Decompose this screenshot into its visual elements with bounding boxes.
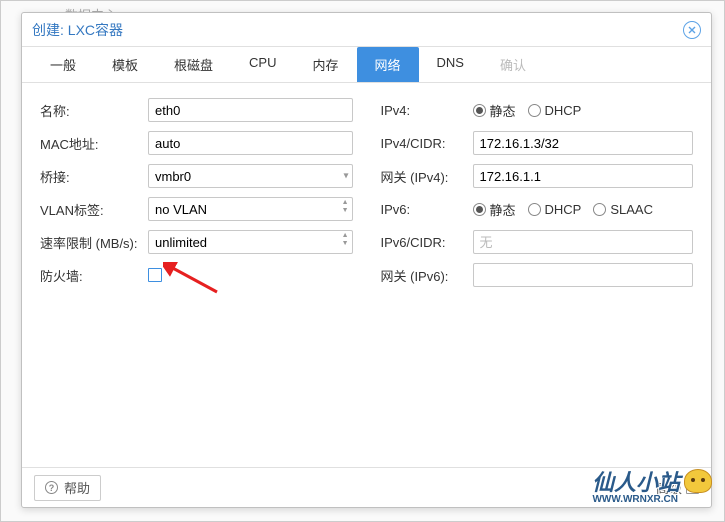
bridge-combo[interactable] (148, 164, 353, 188)
ipv4-cidr-input[interactable] (473, 131, 694, 155)
radio-label: DHCP (545, 103, 582, 118)
ipv6-radio-group: 静态 DHCP SLAAC (473, 200, 654, 219)
label-name: 名称: (40, 101, 148, 120)
radio-label: DHCP (545, 202, 582, 217)
radio-icon (593, 203, 606, 216)
tab-一般[interactable]: 一般 (32, 47, 94, 82)
label-firewall: 防火墙: (40, 266, 148, 285)
help-label: 帮助 (64, 478, 90, 497)
ipv6-radio-SLAAC[interactable]: SLAAC (593, 202, 653, 217)
radio-icon (473, 203, 486, 216)
label-mac: MAC地址: (40, 134, 148, 153)
label-bridge: 桥接: (40, 167, 148, 186)
dialog-title: 创建: LXC容器 (32, 13, 123, 47)
label-ipv6: IPv6: (381, 202, 473, 217)
help-button[interactable]: ? 帮助 (34, 475, 101, 501)
tab-网络[interactable]: 网络 (357, 47, 419, 82)
tab-DNS[interactable]: DNS (419, 47, 482, 82)
advanced-checkbox[interactable] (686, 481, 699, 494)
gw6-input[interactable] (473, 263, 694, 287)
label-ipv4: IPv4: (381, 103, 473, 118)
tab-确认: 确认 (482, 47, 544, 82)
name-input[interactable] (148, 98, 353, 122)
ipv4-radio-group: 静态 DHCP (473, 101, 582, 120)
gw4-input[interactable] (473, 164, 694, 188)
label-vlan: VLAN标签: (40, 200, 148, 219)
radio-label: SLAAC (610, 202, 653, 217)
label-ipv6-cidr: IPv6/CIDR: (381, 235, 473, 250)
left-column: 名称: MAC地址: 桥接: ▾ VLAN标签: (40, 97, 353, 453)
right-column: IPv4: 静态 DHCP IPv4/CIDR: 网关 (IPv4): IPv6:… (381, 97, 694, 453)
tab-根磁盘[interactable]: 根磁盘 (156, 47, 231, 82)
ipv6-cidr-input[interactable] (473, 230, 694, 254)
mac-input[interactable] (148, 131, 353, 155)
ipv4-radio-静态[interactable]: 静态 (473, 101, 516, 120)
label-gw4: 网关 (IPv4): (381, 167, 473, 186)
ipv4-radio-DHCP[interactable]: DHCP (528, 103, 582, 118)
ipv6-radio-DHCP[interactable]: DHCP (528, 202, 582, 217)
label-rate: 速率限制 (MB/s): (40, 233, 148, 252)
close-icon (688, 26, 696, 34)
tab-内存[interactable]: 内存 (295, 47, 357, 82)
tab-CPU[interactable]: CPU (231, 47, 294, 82)
dialog-create-lxc: 创建: LXC容器 一般模板根磁盘CPU内存网络DNS确认 名称: MAC地址:… (21, 12, 712, 508)
vlan-input[interactable] (148, 197, 353, 221)
close-button[interactable] (683, 21, 701, 39)
label-gw6: 网关 (IPv6): (381, 266, 473, 285)
tab-bar: 一般模板根磁盘CPU内存网络DNS确认 (22, 47, 711, 83)
titlebar: 创建: LXC容器 (22, 13, 711, 47)
radio-label: 静态 (490, 200, 516, 219)
rate-input[interactable] (148, 230, 353, 254)
radio-label: 静态 (490, 101, 516, 120)
tab-模板[interactable]: 模板 (94, 47, 156, 82)
help-icon: ? (45, 481, 58, 494)
tab-content-network: 名称: MAC地址: 桥接: ▾ VLAN标签: (22, 83, 711, 467)
firewall-checkbox[interactable] (148, 268, 162, 282)
ipv6-radio-静态[interactable]: 静态 (473, 200, 516, 219)
radio-icon (528, 104, 541, 117)
radio-icon (473, 104, 486, 117)
label-ipv4-cidr: IPv4/CIDR: (381, 136, 473, 151)
watermark-url: WWW.WRNXR.CN (592, 494, 678, 505)
radio-icon (528, 203, 541, 216)
